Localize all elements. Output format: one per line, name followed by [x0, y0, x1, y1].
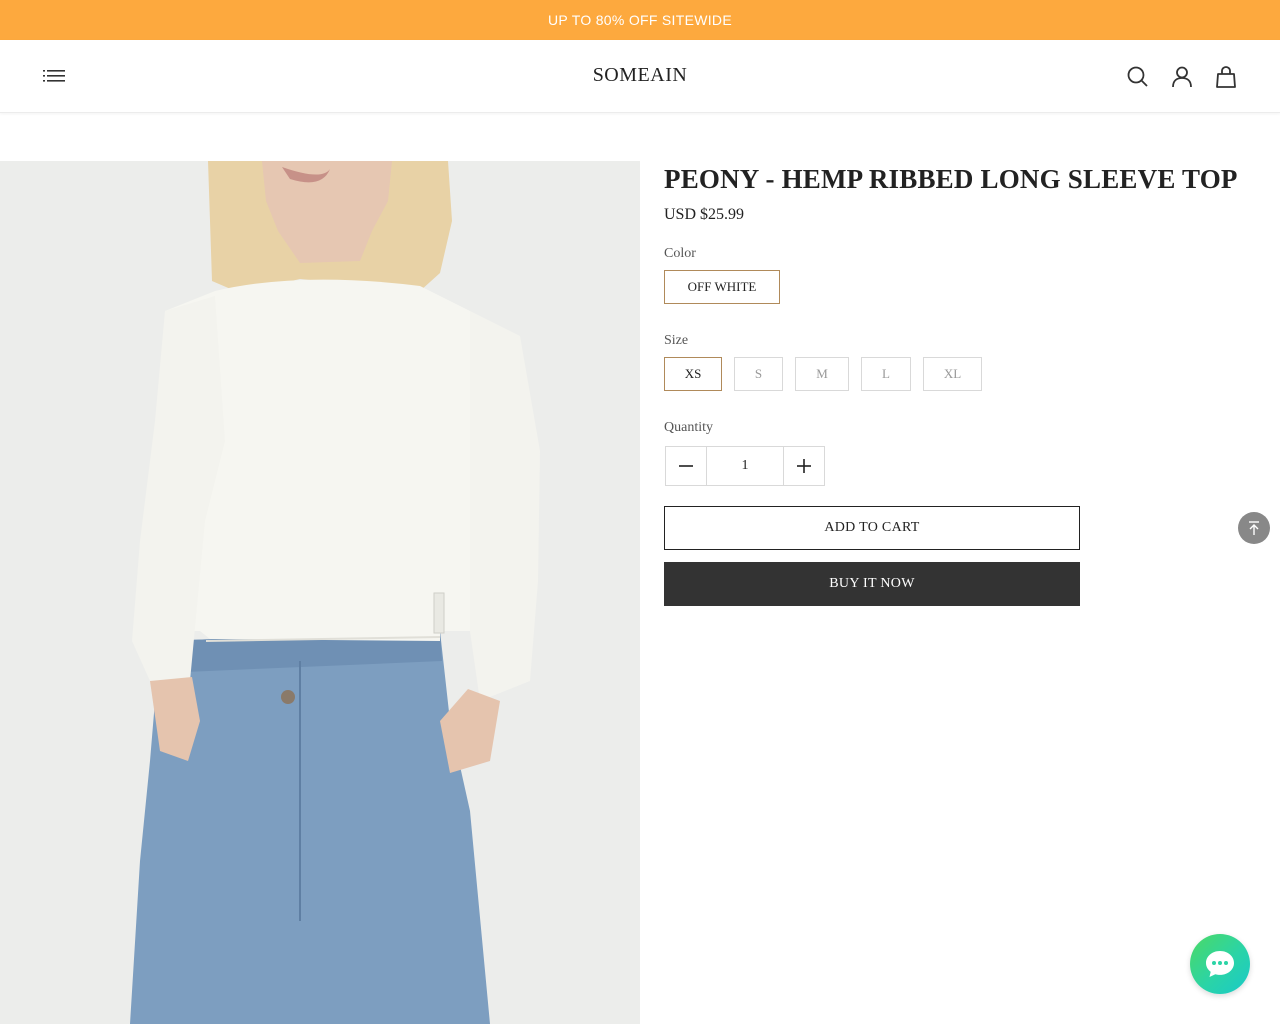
site-logo[interactable]: SOMEAIN — [0, 64, 1280, 87]
minus-icon — [679, 465, 693, 467]
color-option-off-white[interactable]: OFF WHITE — [664, 270, 780, 304]
size-option-l[interactable]: L — [861, 357, 911, 391]
size-label: Size — [664, 333, 689, 348]
quantity-increase-button[interactable] — [783, 447, 824, 485]
product-price: USD $25.99 — [664, 206, 745, 223]
promo-banner[interactable]: UP TO 80% OFF SITEWIDE — [0, 0, 1280, 40]
color-label: Color — [664, 246, 696, 261]
chat-widget-button[interactable] — [1190, 934, 1250, 994]
size-option-xl[interactable]: XL — [923, 357, 982, 391]
quantity-decrease-button[interactable] — [666, 447, 707, 485]
chat-bubble-icon — [1206, 951, 1234, 977]
buy-it-now-button[interactable]: BUY IT NOW — [664, 562, 1080, 606]
add-to-cart-button[interactable]: ADD TO CART — [664, 506, 1080, 550]
cart-icon[interactable] — [1213, 64, 1239, 90]
promo-text: UP TO 80% OFF SITEWIDE — [548, 12, 732, 28]
search-icon[interactable] — [1125, 64, 1151, 90]
product-image[interactable] — [0, 161, 640, 1024]
quantity-input[interactable] — [707, 447, 783, 485]
size-option-xs[interactable]: XS — [664, 357, 722, 391]
back-to-top-button[interactable] — [1238, 512, 1270, 544]
size-option-s[interactable]: S — [734, 357, 783, 391]
plus-icon — [797, 459, 811, 473]
quantity-label: Quantity — [664, 420, 713, 435]
account-icon[interactable] — [1169, 64, 1195, 90]
quantity-stepper — [665, 446, 825, 486]
size-option-m[interactable]: M — [795, 357, 849, 391]
site-header: SOMEAIN — [0, 40, 1280, 113]
product-title: PEONY - HEMP RIBBED LONG SLEEVE TOP — [664, 164, 1238, 194]
arrow-up-icon — [1249, 521, 1259, 535]
